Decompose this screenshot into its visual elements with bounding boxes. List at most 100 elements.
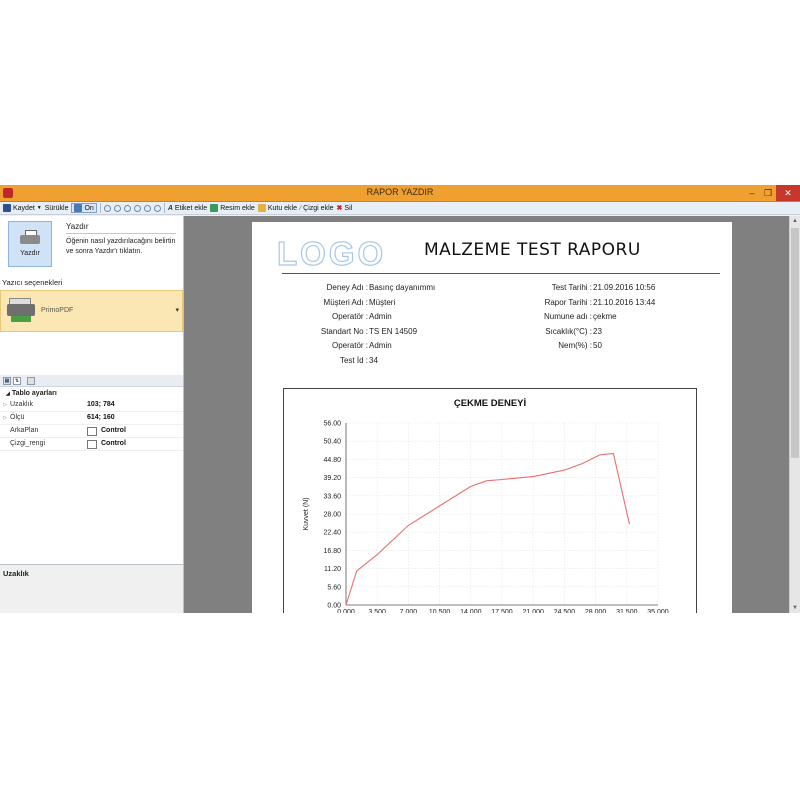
main-toolbar: Kaydet ▼ Sürükle On A Etiket ekle Resim … xyxy=(0,202,800,215)
x-tick-label: 17.500 xyxy=(491,609,513,613)
save-label: Kaydet xyxy=(13,204,35,212)
info-row: Nem(%) :50 xyxy=(502,339,722,354)
chevron-down-icon: ▾ xyxy=(175,307,179,314)
color-name: Control xyxy=(101,440,126,447)
drag-button[interactable]: Sürükle xyxy=(45,205,69,212)
property-value-color[interactable]: Control xyxy=(87,438,126,450)
text-icon: A xyxy=(167,204,173,212)
arrow-up-icon[interactable] xyxy=(143,204,151,212)
info-label: Operatör : xyxy=(331,341,368,350)
info-value: 21.09.2016 10:56 xyxy=(593,283,656,292)
report-print-window: RAPOR YAZDIR – ❐ ✕ Kaydet ▼ Sürükle On A… xyxy=(0,185,800,613)
y-tick-label: 50.40 xyxy=(323,439,341,446)
expand-icon[interactable]: ▷ xyxy=(0,412,10,424)
property-key: Çizgi_rengi xyxy=(10,440,46,447)
save-button[interactable]: Kaydet ▼ xyxy=(3,204,42,212)
info-row: Operatör : Admin xyxy=(282,339,472,354)
x-tick-label: 35.000 xyxy=(647,609,669,613)
toolbar-separator xyxy=(163,203,165,213)
add-box-button[interactable]: Kutu ekle xyxy=(257,204,297,212)
print-title: Yazdır xyxy=(66,222,89,231)
property-value[interactable]: 103; 784 xyxy=(87,399,115,411)
info-label: Sıcaklık(°C) : xyxy=(545,326,592,336)
add-label-button[interactable]: A Etiket ekle xyxy=(168,205,207,212)
series-line xyxy=(345,452,631,606)
close-button[interactable]: ✕ xyxy=(776,185,800,201)
x-tick-label: 14.000 xyxy=(460,609,482,613)
report-title: MALZEME TEST RAPORU xyxy=(424,240,641,260)
info-value: 34 xyxy=(369,355,378,365)
add-line-label: Çizgi ekle xyxy=(303,204,334,212)
box-icon xyxy=(257,204,266,212)
scroll-up-icon[interactable]: ▲ xyxy=(790,216,800,226)
vertical-scrollbar[interactable]: ▲ ▼ xyxy=(789,216,800,613)
add-line-button[interactable]: ∕ Çizgi ekle xyxy=(300,205,334,212)
property-key: Uzaklık xyxy=(10,401,33,408)
property-row[interactable]: Çizgi_rengi Control xyxy=(0,438,183,451)
info-row: Test Tarihi :21.09.2016 10:56 xyxy=(502,281,722,296)
scroll-down-icon[interactable]: ▼ xyxy=(790,603,800,613)
property-key: ArkaPlan xyxy=(10,427,39,434)
x-tick-label: 31.500 xyxy=(616,609,638,613)
x-tick-label: 3.500 xyxy=(368,609,386,613)
scroll-thumb[interactable] xyxy=(791,228,799,458)
info-label: Rapor Tarihi : xyxy=(544,297,592,307)
category-label: Tablo ayarları xyxy=(11,390,57,397)
printer-options-label: Yazıcı seçenekleri xyxy=(2,278,63,287)
property-value[interactable]: 614; 160 xyxy=(87,412,115,424)
info-value: 23 xyxy=(593,326,602,336)
property-row[interactable]: ▷ Ölçü 614; 160 xyxy=(0,412,183,425)
x-tick-label: 10.500 xyxy=(429,609,451,613)
add-box-label: Kutu ekle xyxy=(267,204,297,212)
y-axis-label: Kuvvet (N) xyxy=(303,497,310,530)
info-value: çekme xyxy=(593,312,617,321)
print-button[interactable]: Yazdır xyxy=(8,221,52,267)
report-preview-area[interactable]: LOGO MALZEME TEST RAPORU Deney Adı : Bası… xyxy=(184,216,789,613)
color-name: Control xyxy=(101,427,126,434)
arrow-left-icon[interactable] xyxy=(123,204,131,212)
info-value: Admin xyxy=(369,341,392,350)
delete-icon: ✖ xyxy=(336,205,343,212)
property-category[interactable]: ◢ Tablo ayarları xyxy=(0,388,183,399)
property-value-color[interactable]: Control xyxy=(87,425,126,437)
y-tick-label: 33.60 xyxy=(323,493,341,500)
sort-alpha-icon[interactable]: ⇅ xyxy=(13,376,21,385)
pan-icon[interactable] xyxy=(113,204,121,212)
on-toggle-button[interactable]: On xyxy=(71,203,97,213)
delete-button[interactable]: ✖ Sil xyxy=(336,204,353,213)
add-image-label: Resim ekle xyxy=(220,204,255,212)
expand-icon[interactable]: ▷ xyxy=(0,399,10,411)
tensile-test-chart: ÇEKME DENEYİ 0.00 5.60 11.20 16.80 22.40 28.0… xyxy=(283,388,697,613)
info-label: Deney Adı : xyxy=(326,283,368,292)
minimize-button[interactable]: – xyxy=(744,185,760,201)
property-row[interactable]: ArkaPlan Control xyxy=(0,425,183,438)
info-row: Rapor Tarihi :21.10.2016 13:44 xyxy=(502,296,722,311)
printer-select[interactable]: PrimoPDF ▾ xyxy=(0,290,183,332)
zoom-icon[interactable] xyxy=(103,204,111,212)
info-label: Müşteri Adı : xyxy=(323,297,368,307)
image-icon xyxy=(210,204,219,212)
x-tick-label: 0.000 xyxy=(337,609,355,613)
categorized-icon[interactable]: ▦ xyxy=(3,376,11,385)
property-pages-icon[interactable] xyxy=(27,376,35,385)
restore-button[interactable]: ❐ xyxy=(760,185,776,201)
x-tick-label: 21.000 xyxy=(522,609,544,613)
window-title: RAPOR YAZDIR xyxy=(366,187,434,197)
color-swatch xyxy=(87,439,97,449)
add-image-button[interactable]: Resim ekle xyxy=(210,204,255,212)
arrow-right-icon[interactable] xyxy=(133,204,141,212)
info-row: Operatör : Admin xyxy=(282,310,472,325)
chart-plot: 0.005.6011.2016.8022.4028.0033.6039.2044… xyxy=(303,421,669,614)
property-row[interactable]: ▷ Uzaklık 103; 784 xyxy=(0,399,183,412)
x-tick-label: 24.500 xyxy=(554,609,576,613)
info-label: Test Tarihi : xyxy=(551,283,592,292)
arrow-down-icon[interactable] xyxy=(153,204,161,212)
print-button-label: Yazdır xyxy=(20,250,40,257)
report-page: LOGO MALZEME TEST RAPORU Deney Adı : Bası… xyxy=(252,222,732,613)
delete-label: Sil xyxy=(344,204,353,212)
title-bar: RAPOR YAZDIR – ❐ ✕ xyxy=(0,185,800,202)
y-tick-label: 44.80 xyxy=(323,457,341,464)
x-tick-label: 7.000 xyxy=(400,609,418,613)
drag-label: Sürükle xyxy=(44,204,69,212)
y-tick-label: 16.80 xyxy=(323,548,341,555)
